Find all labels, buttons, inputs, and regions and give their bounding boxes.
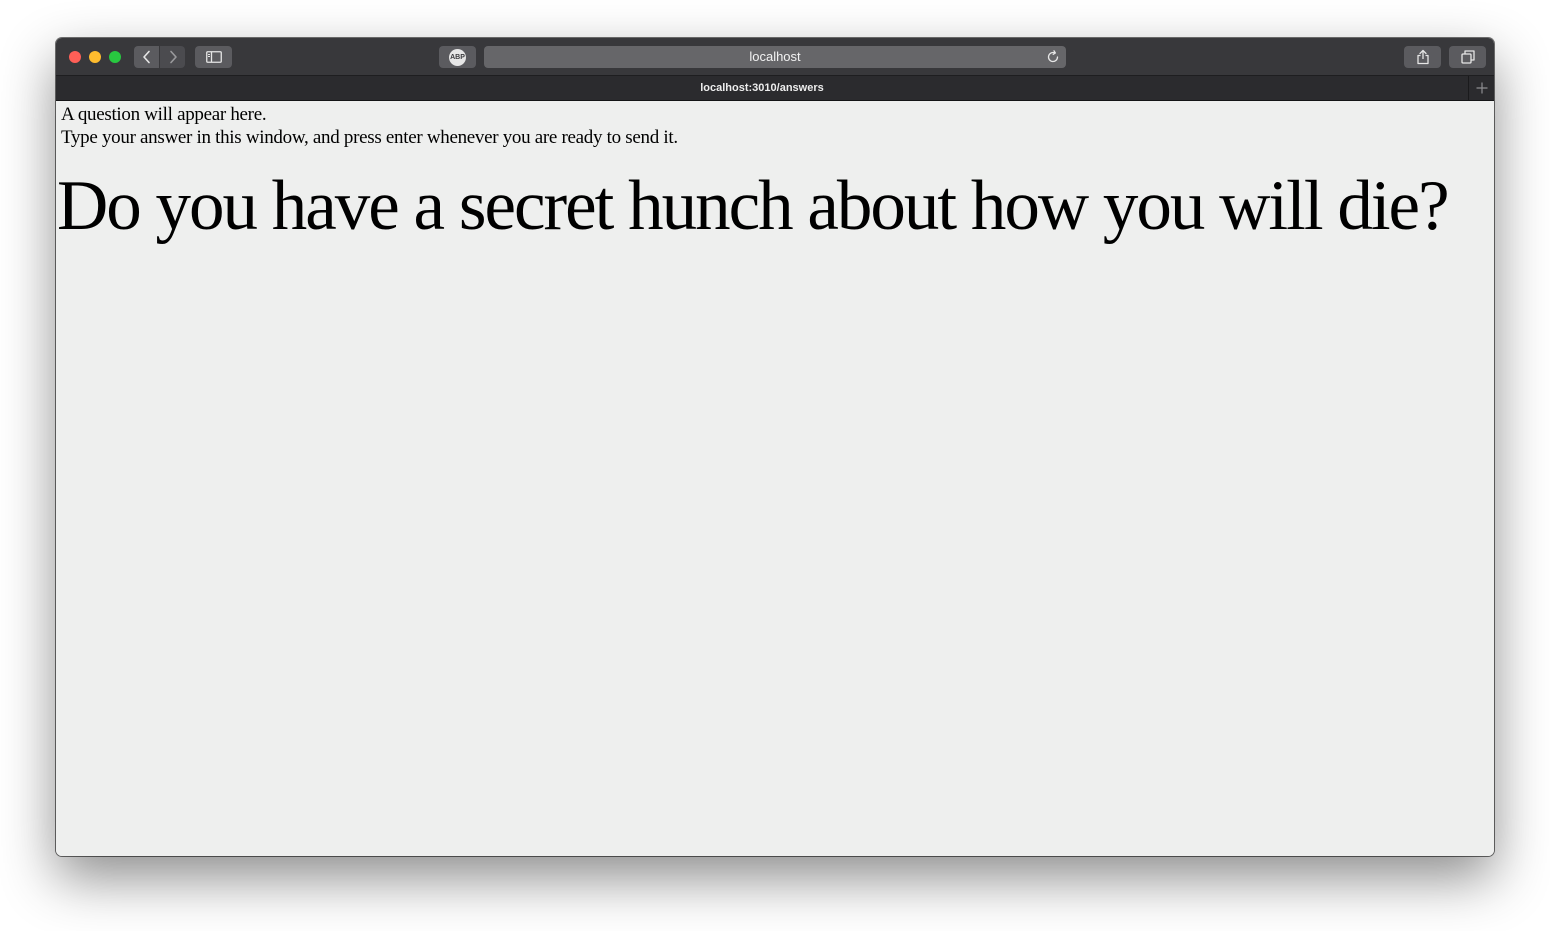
share-button[interactable] bbox=[1404, 46, 1441, 68]
instruction-line-2: Type your answer in this window, and pre… bbox=[61, 127, 678, 148]
sidebar-button[interactable] bbox=[195, 46, 232, 68]
sidebar-icon bbox=[205, 51, 222, 63]
back-button[interactable] bbox=[134, 46, 159, 68]
maximize-window-button[interactable] bbox=[109, 51, 121, 63]
adblock-icon: ABP bbox=[449, 48, 466, 66]
browser-toolbar: ABP localhost bbox=[56, 38, 1494, 76]
tabs-overview-icon bbox=[1460, 50, 1475, 64]
reload-icon[interactable] bbox=[1045, 49, 1061, 65]
close-window-button[interactable] bbox=[69, 51, 81, 63]
share-icon bbox=[1416, 49, 1429, 65]
instruction-line-1: A question will appear here. bbox=[61, 104, 267, 125]
page-content[interactable]: A question will appear here. Type your a… bbox=[56, 101, 1494, 856]
instructions: A question will appear here. Type your a… bbox=[61, 103, 678, 149]
tab-active[interactable]: localhost:3010/answers bbox=[56, 76, 1468, 100]
browser-window: ABP localhost localhost:3010/answers A q… bbox=[56, 38, 1494, 856]
navigation-buttons bbox=[134, 46, 185, 68]
forward-button[interactable] bbox=[160, 46, 185, 68]
adblock-extension-button[interactable]: ABP bbox=[439, 46, 476, 68]
chevron-left-icon bbox=[142, 50, 150, 64]
chevron-right-icon bbox=[169, 50, 177, 64]
tab-bar: localhost:3010/answers bbox=[56, 76, 1494, 101]
address-bar[interactable]: localhost bbox=[484, 46, 1066, 68]
address-bar-text: localhost bbox=[749, 49, 801, 64]
minimize-window-button[interactable] bbox=[89, 51, 101, 63]
new-tab-button[interactable] bbox=[1468, 76, 1494, 100]
question-text: Do you have a secret hunch about how you… bbox=[57, 167, 1450, 245]
tab-overview-button[interactable] bbox=[1449, 46, 1486, 68]
plus-icon bbox=[1476, 82, 1487, 94]
